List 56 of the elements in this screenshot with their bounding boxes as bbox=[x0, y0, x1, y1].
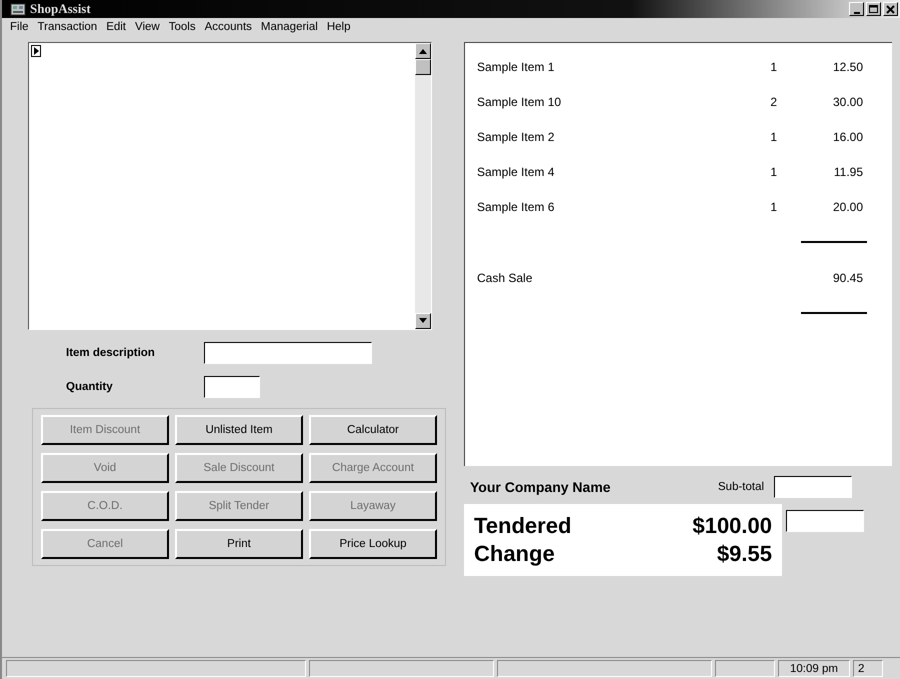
tendered-label: Tendered bbox=[474, 512, 572, 540]
status-time: 10:09 pm bbox=[778, 660, 850, 677]
item-amount: 11.95 bbox=[832, 164, 863, 178]
item-amount: 12.50 bbox=[832, 60, 863, 74]
window-title: ShopAssist bbox=[30, 1, 91, 17]
sale-type: Cash Sale bbox=[477, 270, 534, 284]
tender-field[interactable] bbox=[786, 510, 864, 532]
item-amount: 16.00 bbox=[832, 130, 863, 144]
item-name: Sample Item 4 bbox=[477, 164, 556, 178]
app-icon bbox=[10, 2, 26, 16]
company-name: Your Company Name bbox=[469, 479, 612, 495]
scroll-thumb[interactable] bbox=[415, 59, 431, 75]
action-button[interactable]: Unlisted Item bbox=[175, 415, 303, 445]
menu-item[interactable]: View bbox=[135, 21, 160, 33]
item-quantity: 2 bbox=[769, 94, 777, 108]
menu-item[interactable]: Tools bbox=[168, 21, 196, 33]
item-amount: 30.00 bbox=[832, 94, 863, 108]
change-amount: $9.55 bbox=[716, 540, 772, 568]
quantity-field[interactable] bbox=[204, 376, 260, 398]
maximize-icon bbox=[868, 4, 879, 14]
item-quantity: 1 bbox=[769, 130, 777, 144]
status-count: 2 bbox=[853, 660, 883, 677]
minimize-icon bbox=[854, 12, 860, 14]
change-label: Change bbox=[474, 540, 555, 568]
close-icon bbox=[885, 4, 896, 14]
subtotal-field[interactable] bbox=[774, 476, 852, 498]
menu-item[interactable]: Managerial bbox=[260, 21, 318, 33]
maximize-button[interactable] bbox=[866, 2, 881, 16]
item-quantity: 1 bbox=[769, 164, 777, 178]
field-label: Item description bbox=[65, 347, 156, 359]
menu-item[interactable]: Accounts bbox=[204, 21, 252, 33]
item-quantity: 1 bbox=[769, 200, 777, 214]
item-description-field[interactable] bbox=[204, 342, 372, 364]
action-button[interactable]: Price Lookup bbox=[309, 529, 437, 559]
menu-item[interactable]: File bbox=[10, 21, 29, 33]
item-name: Sample Item 1 bbox=[477, 60, 556, 74]
item-name: Sample Item 2 bbox=[477, 130, 556, 144]
tendered-amount: $100.00 bbox=[692, 512, 772, 540]
menu-item[interactable]: Edit bbox=[106, 21, 126, 33]
row-pointer-icon bbox=[31, 45, 41, 57]
scrollbar[interactable] bbox=[415, 43, 431, 329]
scroll-up-icon[interactable] bbox=[415, 43, 431, 59]
menu-item[interactable]: Transaction bbox=[38, 21, 98, 33]
total-amount: 90.45 bbox=[832, 270, 863, 284]
item-amount: 20.00 bbox=[832, 200, 863, 214]
minimize-button[interactable] bbox=[849, 2, 864, 16]
item-quantity: 1 bbox=[769, 60, 777, 74]
item-name: Sample Item 6 bbox=[477, 200, 556, 214]
action-button[interactable]: Calculator bbox=[309, 415, 437, 445]
item-name: Sample Item 10 bbox=[477, 94, 562, 108]
menu-item[interactable]: Help bbox=[326, 21, 350, 33]
scroll-down-icon[interactable] bbox=[415, 313, 431, 329]
action-button[interactable]: Print bbox=[175, 529, 303, 559]
field-label: Quantity bbox=[65, 381, 114, 393]
close-button[interactable] bbox=[883, 2, 898, 16]
subtotal-label: Sub-total bbox=[718, 481, 764, 493]
